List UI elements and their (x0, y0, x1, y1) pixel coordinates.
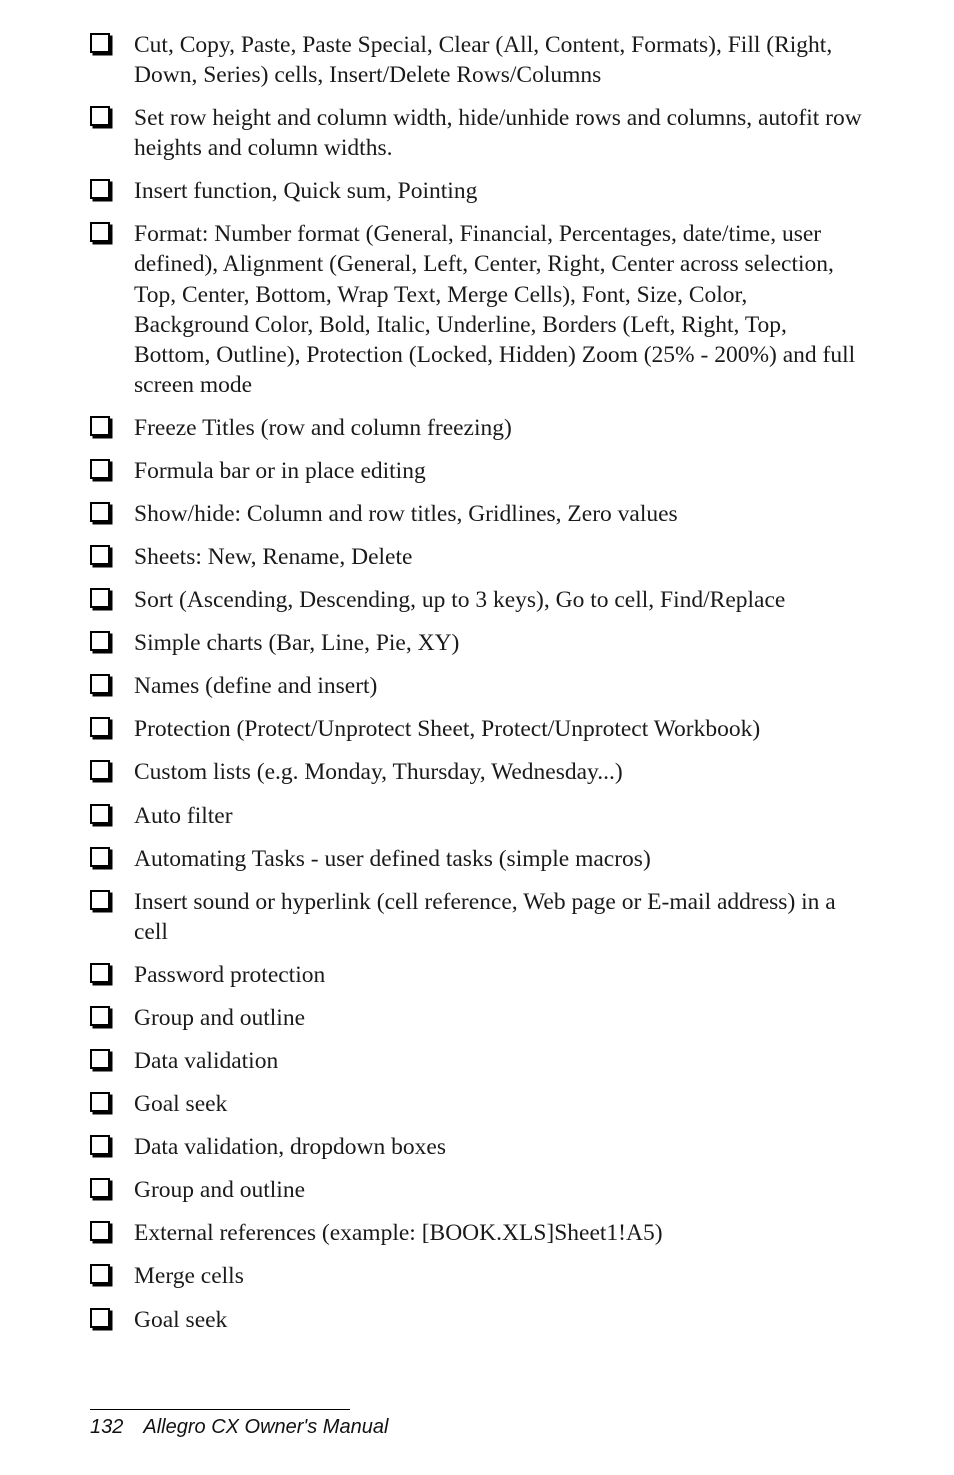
item-text: Sheets: New, Rename, Delete (134, 544, 412, 570)
checkbox-icon (90, 179, 110, 199)
checkbox-icon (90, 502, 110, 522)
item-text: Protection (Protect/Unprotect Sheet, Pro… (134, 716, 760, 742)
list-item: Simple charts (Bar, Line, Pie, XY) (90, 628, 864, 658)
checkbox-icon (90, 760, 110, 780)
checkbox-icon (90, 1178, 110, 1198)
list-item: Auto filter (90, 801, 864, 831)
list-item: Format: Number format (General, Financia… (90, 219, 864, 399)
footer-divider (90, 1409, 350, 1410)
list-item: Sheets: New, Rename, Delete (90, 542, 864, 572)
item-text: Cut, Copy, Paste, Paste Special, Clear (… (134, 32, 832, 88)
checkbox-icon (90, 804, 110, 824)
checkbox-icon (90, 1308, 110, 1328)
item-text: Show/hide: Column and row titles, Gridli… (134, 501, 678, 527)
checkbox-icon (90, 545, 110, 565)
manual-title: Allegro CX Owner's Manual (143, 1416, 388, 1438)
item-text: Merge cells (134, 1263, 244, 1289)
item-text: Auto filter (134, 803, 233, 829)
item-text: Custom lists (e.g. Monday, Thursday, Wed… (134, 759, 623, 785)
checkbox-icon (90, 963, 110, 983)
list-item: Freeze Titles (row and column freezing) (90, 413, 864, 443)
checkbox-icon (90, 674, 110, 694)
item-text: Names (define and insert) (134, 673, 377, 699)
checkbox-icon (90, 1092, 110, 1112)
checkbox-icon (90, 588, 110, 608)
item-text: Sort (Ascending, Descending, up to 3 key… (134, 587, 785, 613)
list-item: Set row height and column width, hide/un… (90, 103, 864, 163)
item-text: Password protection (134, 962, 325, 988)
list-item: Insert function, Quick sum, Pointing (90, 176, 864, 206)
checkbox-icon (90, 416, 110, 436)
page-container: Cut, Copy, Paste, Paste Special, Clear (… (0, 0, 954, 1475)
item-text: Format: Number format (General, Financia… (134, 221, 855, 397)
checkbox-icon (90, 1135, 110, 1155)
list-item: Goal seek (90, 1089, 864, 1119)
checkbox-icon (90, 1221, 110, 1241)
checkbox-icon (90, 717, 110, 737)
list-item: Data validation (90, 1046, 864, 1076)
checkbox-icon (90, 106, 110, 126)
checkbox-icon (90, 222, 110, 242)
checkbox-icon (90, 631, 110, 651)
list-item: External references (example: [BOOK.XLS]… (90, 1218, 864, 1248)
page-number: 132 (90, 1416, 123, 1438)
list-item: Goal seek (90, 1305, 864, 1335)
list-item: Password protection (90, 960, 864, 990)
item-text: Group and outline (134, 1005, 305, 1031)
item-text: External references (example: [BOOK.XLS]… (134, 1220, 663, 1246)
list-item: Sort (Ascending, Descending, up to 3 key… (90, 585, 864, 615)
item-text: Freeze Titles (row and column freezing) (134, 415, 512, 441)
checklist: Cut, Copy, Paste, Paste Special, Clear (… (90, 30, 864, 1335)
item-text: Set row height and column width, hide/un… (134, 105, 862, 161)
item-text: Group and outline (134, 1177, 305, 1203)
list-item: Group and outline (90, 1175, 864, 1205)
list-item: Protection (Protect/Unprotect Sheet, Pro… (90, 714, 864, 744)
item-text: Insert sound or hyperlink (cell referenc… (134, 889, 836, 945)
item-text: Simple charts (Bar, Line, Pie, XY) (134, 630, 459, 656)
checkbox-icon (90, 33, 110, 53)
list-item: Show/hide: Column and row titles, Gridli… (90, 499, 864, 529)
checkbox-icon (90, 1049, 110, 1069)
footer-text: 132 Allegro CX Owner's Manual (90, 1416, 864, 1439)
item-text: Goal seek (134, 1091, 227, 1117)
list-item: Merge cells (90, 1261, 864, 1291)
checkbox-icon (90, 459, 110, 479)
list-item: Names (define and insert) (90, 671, 864, 701)
item-text: Data validation, dropdown boxes (134, 1134, 446, 1160)
page-footer: 132 Allegro CX Owner's Manual (90, 1409, 864, 1439)
list-item: Custom lists (e.g. Monday, Thursday, Wed… (90, 757, 864, 787)
checkbox-icon (90, 847, 110, 867)
list-item: Data validation, dropdown boxes (90, 1132, 864, 1162)
list-item: Formula bar or in place editing (90, 456, 864, 486)
checkbox-icon (90, 1006, 110, 1026)
list-item: Insert sound or hyperlink (cell referenc… (90, 887, 864, 947)
item-text: Insert function, Quick sum, Pointing (134, 178, 477, 204)
item-text: Goal seek (134, 1307, 227, 1333)
item-text: Formula bar or in place editing (134, 458, 426, 484)
checkbox-icon (90, 1264, 110, 1284)
checkbox-icon (90, 890, 110, 910)
list-item: Cut, Copy, Paste, Paste Special, Clear (… (90, 30, 864, 90)
item-text: Data validation (134, 1048, 278, 1074)
item-text: Automating Tasks - user defined tasks (s… (134, 846, 651, 872)
list-item: Automating Tasks - user defined tasks (s… (90, 844, 864, 874)
list-item: Group and outline (90, 1003, 864, 1033)
